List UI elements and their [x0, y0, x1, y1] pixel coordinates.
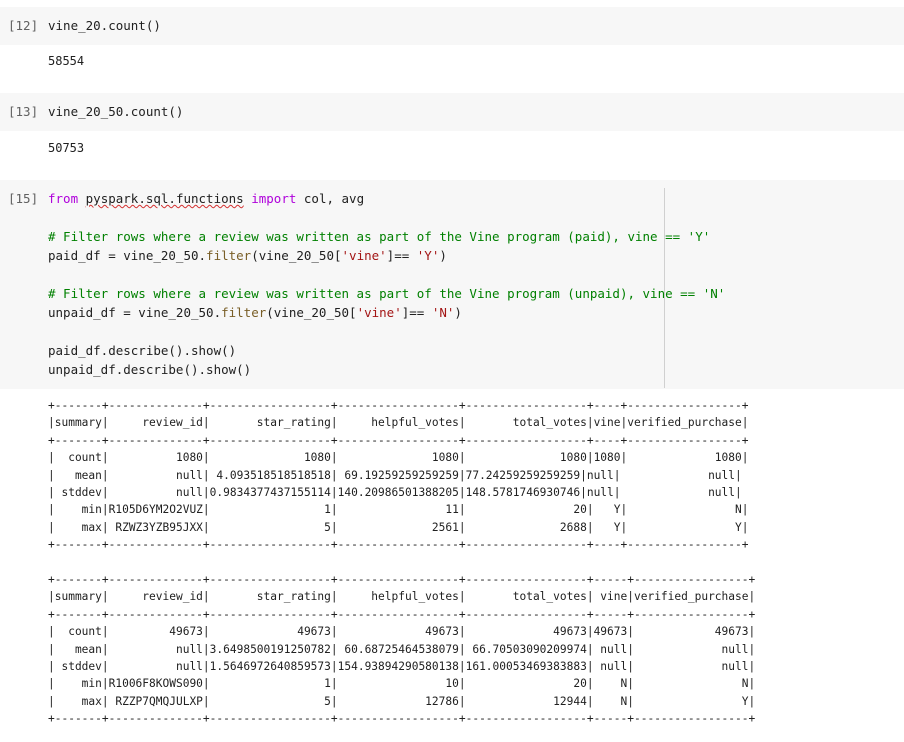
- execution-count: [13]: [8, 104, 39, 119]
- code-comment-unpaid[interactable]: # Filter rows where a review was written…: [48, 284, 725, 303]
- code-cell-12[interactable]: [12] vine_20.count(): [0, 7, 904, 45]
- string-literal: 'vine': [341, 248, 387, 263]
- code-text: ]==: [386, 248, 417, 263]
- code-line[interactable]: vine_20.count(): [48, 16, 161, 35]
- code-cell-15[interactable]: [15] from pyspark.sql.functions import c…: [0, 180, 904, 389]
- cell-output: 58554: [48, 54, 85, 68]
- function-name: filter: [206, 248, 252, 263]
- code-text: ): [439, 248, 447, 263]
- keyword: import: [251, 191, 297, 206]
- code-text: (vine_20_50[: [251, 248, 342, 263]
- execution-count: [12]: [8, 18, 39, 33]
- paid-describe-table: +-------+--------------+----------------…: [48, 399, 749, 552]
- string-literal: 'vine': [356, 305, 402, 320]
- code-text: ]==: [401, 305, 432, 320]
- code-text: ): [454, 305, 462, 320]
- code-line-1[interactable]: from pyspark.sql.functions import col, a…: [48, 189, 364, 208]
- import-names: col, avg: [303, 191, 365, 206]
- code-line-unpaid-filter[interactable]: unpaid_df = vine_20_50.filter(vine_20_50…: [48, 303, 462, 322]
- string-literal: 'N': [431, 305, 455, 320]
- code-line-paid-show[interactable]: paid_df.describe().show(): [48, 341, 236, 360]
- keyword: from: [48, 191, 79, 206]
- code-text: paid_df = vine_20_50.: [48, 248, 207, 263]
- code-line-paid-filter[interactable]: paid_df = vine_20_50.filter(vine_20_50['…: [48, 246, 447, 265]
- string-literal: 'Y': [416, 248, 440, 263]
- code-comment-paid[interactable]: # Filter rows where a review was written…: [48, 227, 710, 246]
- code-line[interactable]: vine_20_50.count(): [48, 102, 183, 121]
- code-text: (vine_20_50[: [266, 305, 357, 320]
- code-text: unpaid_df = vine_20_50.: [48, 305, 222, 320]
- function-name: filter: [221, 305, 267, 320]
- code-cell-13[interactable]: [13] vine_20_50.count(): [0, 93, 904, 131]
- code-line-unpaid-show[interactable]: unpaid_df.describe().show(): [48, 360, 251, 379]
- cell-output: 50753: [48, 141, 85, 155]
- execution-count: [15]: [8, 191, 39, 206]
- unpaid-describe-table: +-------+--------------+----------------…: [48, 573, 756, 726]
- module-name: pyspark.sql.functions: [85, 191, 244, 206]
